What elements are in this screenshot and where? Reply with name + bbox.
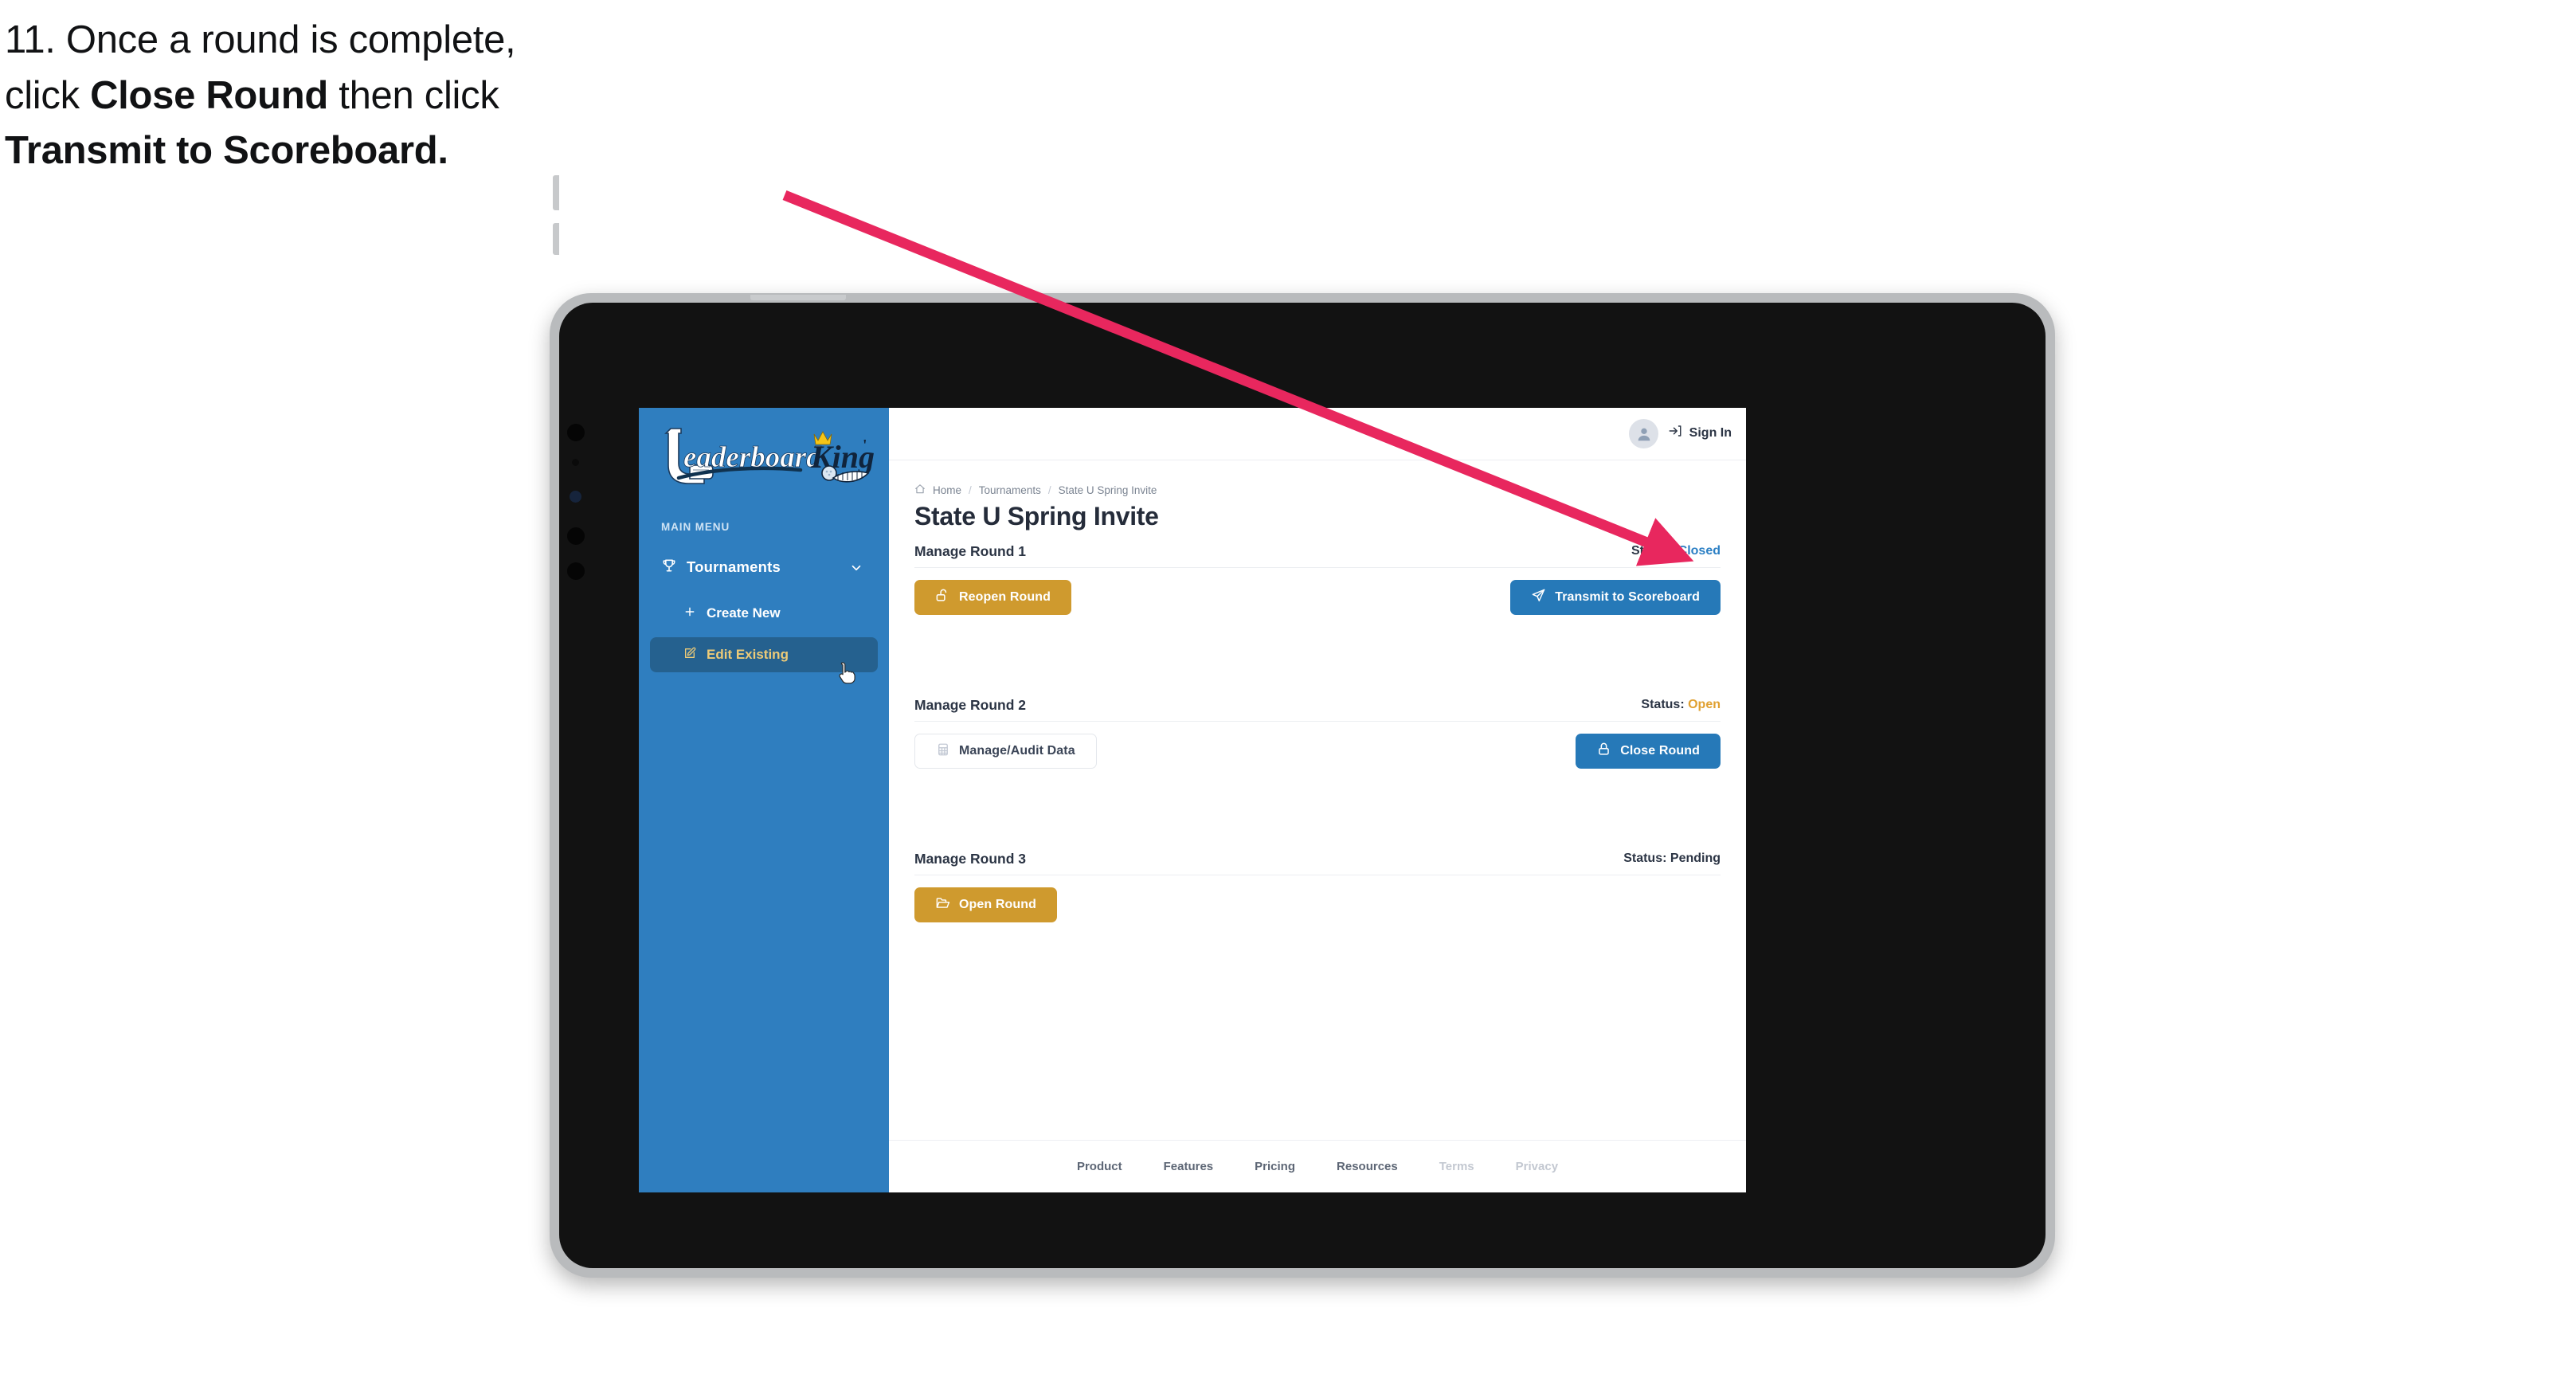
table-grid-icon [936, 742, 950, 761]
status-value: Open [1688, 698, 1721, 711]
sign-in-button[interactable]: Sign In [1668, 424, 1732, 442]
button-label: Open Round [959, 898, 1036, 911]
edit-square-icon [683, 647, 696, 664]
breadcrumb: Home / Tournaments / State U Spring Invi… [914, 484, 1157, 497]
sidebar-item-label: Tournaments [687, 558, 781, 575]
footer-link-resources[interactable]: Resources [1337, 1160, 1398, 1173]
caption-line-2-post: then click [327, 73, 499, 117]
transmit-to-scoreboard-button[interactable]: Transmit to Scoreboard [1510, 580, 1721, 615]
open-round-button[interactable]: Open Round [914, 887, 1057, 922]
breadcrumb-item-current: State U Spring Invite [1058, 484, 1157, 496]
caption-line-1: 11. Once a round is complete, [5, 13, 849, 69]
round-name: Manage Round 2 [914, 697, 1027, 713]
divider [914, 721, 1721, 722]
button-label: Close Round [1620, 744, 1700, 758]
reopen-round-button[interactable]: Reopen Round [914, 580, 1071, 615]
tablet-bezel: eaderboard King ' MAIN MENU Tournaments … [553, 175, 2046, 1268]
sidebar-section-label: MAIN MENU [661, 521, 730, 533]
tablet-sensor-dot [567, 562, 585, 580]
caption-line-3: Transmit to Scoreboard. [5, 123, 849, 179]
round-name: Manage Round 3 [914, 851, 1027, 867]
sidebar-item-label: Create New [707, 605, 781, 621]
tablet-device: eaderboard King ' MAIN MENU Tournaments … [550, 175, 2055, 1278]
unlock-icon [935, 588, 950, 607]
status-value: Pending [1670, 852, 1721, 865]
footer-link-product[interactable]: Product [1077, 1160, 1122, 1173]
leaderboardking-logo[interactable]: eaderboard King ' [655, 424, 878, 489]
status-label: Status: [1623, 852, 1667, 865]
caption-line-1-text: 11. Once a round is complete, [5, 18, 516, 61]
sidebar-item-label: Edit Existing [707, 647, 789, 662]
lock-icon [1596, 742, 1611, 761]
page-title: State U Spring Invite [914, 502, 1159, 531]
page-content: Home / Tournaments / State U Spring Invi… [889, 460, 1746, 1141]
login-arrow-icon [1668, 424, 1682, 442]
close-round-button[interactable]: Close Round [1576, 734, 1721, 769]
tablet-side-button-1 [553, 175, 559, 210]
round-name: Manage Round 1 [914, 543, 1027, 559]
trophy-icon [661, 558, 677, 578]
breadcrumb-separator: / [1047, 484, 1051, 496]
sidebar-item-create-new[interactable]: Create New [650, 596, 878, 631]
status-badge: Status: Open [1641, 698, 1721, 712]
divider [914, 567, 1721, 568]
status-value: Closed [1678, 544, 1721, 558]
status-badge: Status: Pending [1623, 852, 1721, 866]
caption-line-2: click Close Round then click [5, 69, 849, 124]
breadcrumb-item-home[interactable]: Home [933, 484, 961, 496]
breadcrumb-separator: / [969, 484, 972, 496]
status-label: Status: [1641, 698, 1685, 711]
sign-in-label: Sign In [1689, 425, 1732, 440]
button-label: Manage/Audit Data [959, 744, 1075, 758]
round-section-3: Manage Round 3 Status: Pending Open Roun… [914, 851, 1721, 922]
svg-text:': ' [863, 437, 867, 454]
round-section-2: Manage Round 2 Status: Open Manage/Audit… [914, 697, 1721, 769]
plus-icon [683, 605, 696, 622]
tablet-screen: eaderboard King ' MAIN MENU Tournaments … [639, 408, 1746, 1192]
button-label: Reopen Round [959, 590, 1051, 604]
app-footer: Product Features Pricing Resources Terms… [889, 1140, 1746, 1192]
user-avatar-icon[interactable] [1629, 419, 1658, 448]
footer-link-privacy[interactable]: Privacy [1516, 1160, 1558, 1173]
sidebar-item-tournaments[interactable]: Tournaments [650, 550, 878, 585]
caption-transmit-emphasis: Transmit to Scoreboard. [5, 129, 448, 173]
round-section-1: Manage Round 1 Status: Closed Reopen Rou… [914, 543, 1721, 615]
instruction-caption: 11. Once a round is complete, click Clos… [5, 13, 849, 179]
button-label: Transmit to Scoreboard [1555, 590, 1700, 604]
paper-plane-icon [1531, 588, 1546, 607]
footer-link-features[interactable]: Features [1164, 1160, 1214, 1173]
app-sidebar: eaderboard King ' MAIN MENU Tournaments … [639, 408, 889, 1192]
tablet-sensor-dot [572, 459, 579, 466]
app-topbar: Sign In [889, 408, 1746, 460]
tablet-camera-icon [570, 491, 581, 503]
status-badge: Status: Closed [1631, 544, 1721, 558]
chevron-down-icon[interactable] [849, 561, 863, 579]
tablet-side-button-2 [553, 223, 559, 255]
svg-text:eaderboard: eaderboard [683, 441, 821, 474]
footer-link-terms[interactable]: Terms [1439, 1160, 1474, 1173]
tablet-sensor-dot [567, 527, 585, 545]
manage-audit-data-button[interactable]: Manage/Audit Data [914, 734, 1097, 769]
folder-open-icon [935, 895, 950, 914]
caption-close-round-emphasis: Close Round [90, 73, 328, 117]
tablet-sensor-dot [567, 424, 585, 441]
app-main-area: Sign In Home / Tournaments / State U Spr… [889, 408, 1746, 1192]
sidebar-item-edit-existing[interactable]: Edit Existing [650, 637, 878, 672]
footer-link-pricing[interactable]: Pricing [1255, 1160, 1295, 1173]
breadcrumb-item-tournaments[interactable]: Tournaments [979, 484, 1041, 496]
tablet-top-button [750, 295, 846, 300]
home-icon[interactable] [914, 484, 926, 497]
caption-line-2-pre: click [5, 73, 91, 117]
status-label: Status: [1631, 544, 1675, 558]
